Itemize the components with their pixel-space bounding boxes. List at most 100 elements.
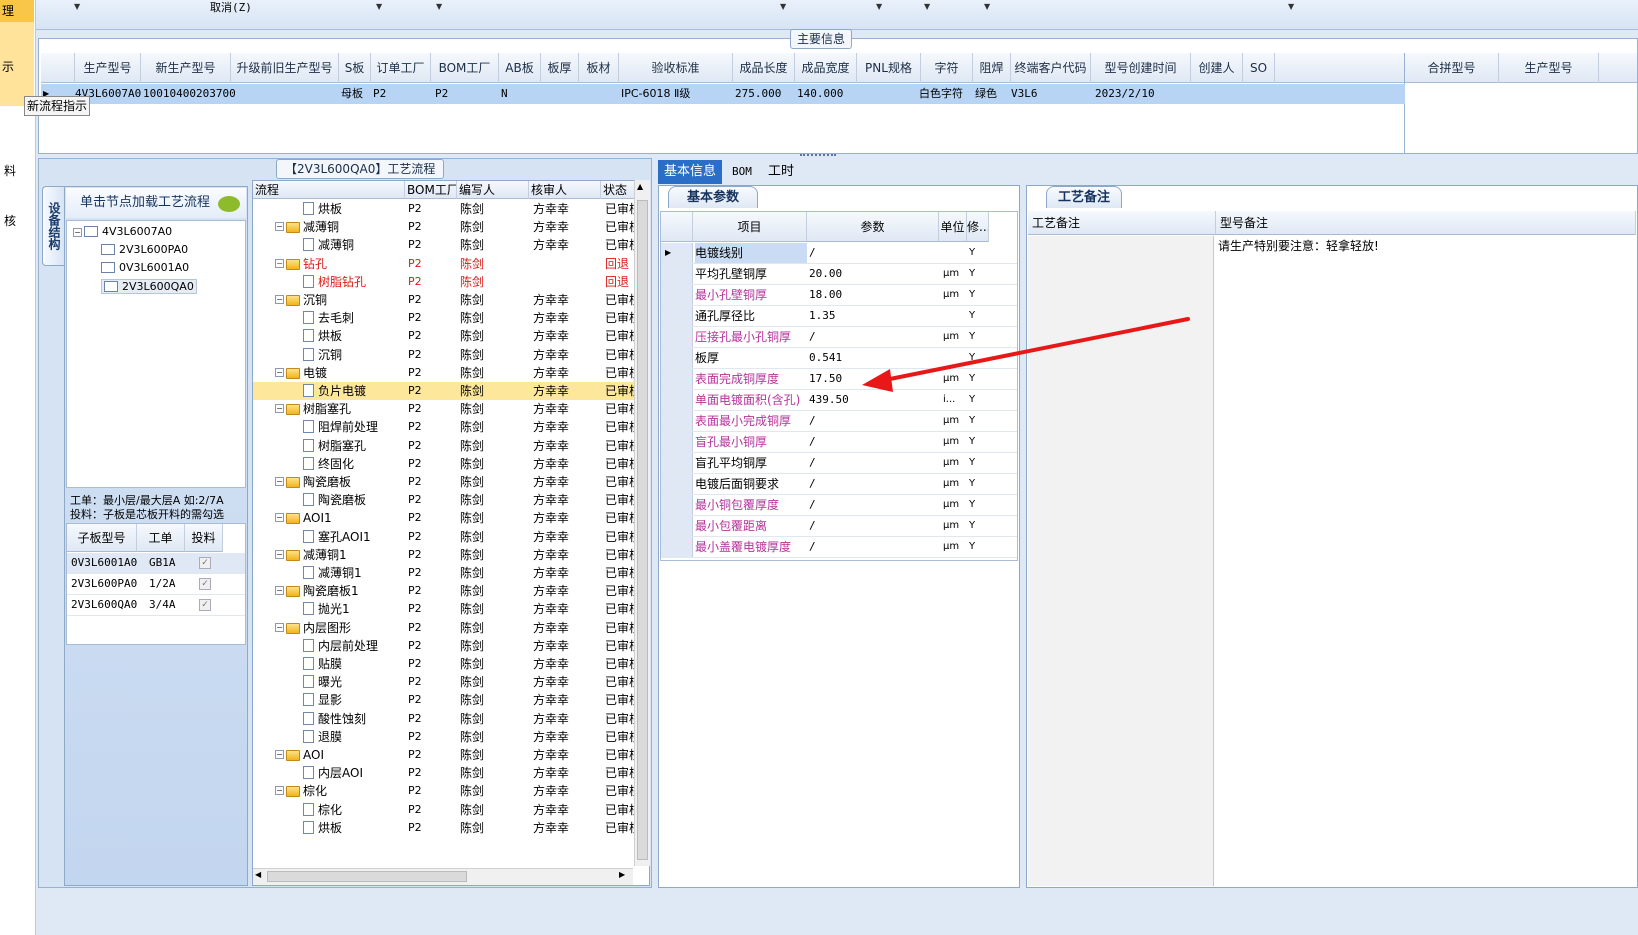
splitter-handle[interactable] (800, 154, 836, 158)
flow-row[interactable]: 去毛刺 P2 陈剑 方幸幸 已审核 (253, 309, 639, 327)
col-header[interactable]: BOM工厂 (405, 181, 457, 199)
param-value[interactable]: 17.50 (809, 369, 939, 389)
flow-row[interactable]: − 电镀 P2 陈剑 方幸幸 已审核 (253, 364, 639, 382)
flow-node[interactable]: 退膜 (303, 728, 342, 746)
cell-ab-board[interactable]: N (501, 84, 508, 104)
feed-checkbox[interactable]: ✓ (199, 599, 211, 611)
col-header[interactable]: 核审人 (529, 181, 601, 199)
cell-customer[interactable]: V3L6 (1011, 84, 1038, 104)
param-value[interactable]: / (809, 537, 939, 557)
flow-row[interactable]: − 减薄铜1 P2 陈剑 方幸幸 已审核 (253, 546, 639, 564)
param-value[interactable]: 0.541 (809, 348, 939, 368)
col-header[interactable]: 单位 (939, 212, 967, 242)
col-header[interactable]: 生产型号 (75, 53, 141, 83)
flow-node[interactable]: 树脂钻孔 (303, 273, 366, 291)
row-indicator[interactable] (661, 453, 693, 473)
col-header[interactable]: 板材 (579, 53, 619, 83)
flow-node[interactable]: 塞孔AOI1 (303, 528, 371, 546)
col-header[interactable]: BOM工厂 (431, 53, 499, 83)
flow-row[interactable]: − 沉铜 P2 陈剑 方幸幸 已审核 (253, 291, 639, 309)
flow-node[interactable]: 终固化 (303, 455, 354, 473)
flow-node[interactable]: 抛光1 (303, 600, 350, 618)
tree-node[interactable]: 2V3L600PA0 (101, 243, 188, 256)
param-value[interactable]: 20.00 (809, 264, 939, 284)
row-indicator[interactable] (661, 516, 693, 536)
flow-row[interactable]: − 树脂塞孔 P2 陈剑 方幸幸 已审核 (253, 400, 639, 418)
param-row[interactable]: 表面最小完成铜厚 / μm Y (661, 411, 1017, 432)
flow-node[interactable]: 阻焊前处理 (303, 418, 378, 436)
flow-row[interactable]: 树脂钻孔 P2 陈剑 回退 (253, 273, 637, 291)
flow-row[interactable]: 酸性蚀刻 P2 陈剑 方幸幸 已审核 (253, 710, 639, 728)
dropdown-arrow-icon[interactable]: ▼ (876, 2, 882, 11)
param-row[interactable]: 通孔厚径比 1.35 Y (661, 306, 1017, 327)
flow-row[interactable]: − 陶瓷磨板 P2 陈剑 方幸幸 已审核 (253, 473, 639, 491)
scroll-thumb[interactable] (637, 200, 648, 860)
col-header[interactable]: PNL规格 (857, 53, 921, 83)
flow-row[interactable]: 树脂塞孔 P2 陈剑 方幸幸 已审核 (253, 437, 639, 455)
col-header[interactable]: AB板 (499, 53, 541, 83)
cell-new-model[interactable]: 10010400203700 (143, 84, 236, 104)
col-header[interactable]: 阻焊 (973, 53, 1011, 83)
cell-char[interactable]: 白色字符 (919, 84, 963, 104)
flow-node[interactable]: − 陶瓷磨板1 (275, 582, 359, 600)
flow-node[interactable]: 烘板 (303, 200, 342, 218)
cell-mask[interactable]: 绿色 (975, 84, 997, 104)
col-header[interactable]: 型号创建时间 (1091, 53, 1191, 83)
flow-node[interactable]: − 减薄铜 (275, 218, 339, 236)
param-value[interactable]: 1.35 (809, 306, 939, 326)
flow-row[interactable]: 烘板 P2 陈剑 方幸幸 已审核 (253, 327, 639, 345)
flow-row[interactable]: 陶瓷磨板 P2 陈剑 方幸幸 已审核 (253, 491, 639, 509)
param-value[interactable]: / (809, 453, 939, 473)
param-row[interactable]: 板厚 0.541 Y (661, 348, 1017, 369)
feed-checkbox[interactable]: ✓ (199, 578, 211, 590)
param-row[interactable]: 表面完成铜厚度 17.50 μm Y (661, 369, 1017, 390)
dropdown-arrow-icon[interactable]: ▼ (1288, 2, 1294, 11)
row-indicator[interactable] (661, 411, 693, 431)
cell-width[interactable]: 140.000 (797, 84, 843, 104)
flow-row[interactable]: 内层前处理 P2 陈剑 方幸幸 已审核 (253, 637, 639, 655)
param-row[interactable]: 电镀后面铜要求 / μm Y (661, 474, 1017, 495)
scroll-left-icon[interactable]: ◀ (255, 870, 261, 879)
table-row[interactable]: 2V3L600QA0 3/4A ✓ (67, 595, 245, 616)
flow-node[interactable]: 烘板 (303, 819, 342, 837)
flow-node[interactable]: 负片电镀 (303, 382, 366, 400)
param-value[interactable]: 18.00 (809, 285, 939, 305)
flow-node[interactable]: 陶瓷磨板 (303, 491, 366, 509)
row-indicator[interactable] (661, 369, 693, 389)
nav-item-3[interactable]: 核 (0, 212, 34, 232)
scroll-thumb[interactable] (267, 871, 467, 882)
flow-row[interactable]: 烘板 P2 陈剑 方幸幸 已审核 (253, 200, 639, 218)
flow-row[interactable]: 减薄铜 P2 陈剑 方幸幸 已审核 (253, 236, 639, 254)
cell-order-factory[interactable]: P2 (373, 84, 386, 104)
collapse-toggle-icon[interactable]: − (275, 786, 284, 796)
col-header[interactable]: 子板型号 (67, 524, 137, 552)
flow-node[interactable]: 显影 (303, 691, 342, 709)
flow-row[interactable]: 内层AOI P2 陈剑 方幸幸 已审核 (253, 764, 639, 782)
param-value[interactable]: / (809, 495, 939, 515)
tree-node[interactable]: 0V3L6001A0 (101, 261, 189, 274)
param-row[interactable]: 盲孔平均铜厚 / μm Y (661, 453, 1017, 474)
flow-node[interactable]: 曝光 (303, 673, 342, 691)
cell-standard[interactable]: IPC-6018 Ⅱ级 (621, 84, 690, 104)
param-value[interactable]: / (809, 411, 939, 431)
flow-node[interactable]: − AOI (275, 746, 324, 764)
cell-bom-factory[interactable]: P2 (435, 84, 448, 104)
col-header[interactable]: 终端客户代码 (1011, 53, 1091, 83)
param-row[interactable]: 最小铜包覆厚度 / μm Y (661, 495, 1017, 516)
side-tab-structure[interactable]: 设备结构 (42, 186, 64, 266)
param-value[interactable]: / (809, 474, 939, 494)
vertical-scrollbar[interactable]: ▲ (634, 180, 650, 866)
row-indicator[interactable] (661, 327, 693, 347)
flow-row[interactable]: 抛光1 P2 陈剑 方幸幸 已审核 (253, 600, 639, 618)
chat-bubble-icon[interactable] (218, 196, 240, 212)
col-header[interactable]: 投料 (185, 524, 223, 552)
flow-row[interactable]: 减薄铜1 P2 陈剑 方幸幸 已审核 (253, 564, 639, 582)
flow-node[interactable]: − 沉铜 (275, 291, 327, 309)
param-value[interactable]: / (809, 243, 939, 263)
row-indicator[interactable] (661, 495, 693, 515)
scroll-right-icon[interactable]: ▶ (619, 870, 625, 879)
nav-item-1[interactable]: 示 (0, 22, 34, 106)
flow-node[interactable]: 内层AOI (303, 764, 363, 782)
flow-row[interactable]: 棕化 P2 陈剑 方幸幸 已审核 (253, 801, 639, 819)
col-header[interactable]: 升级前旧生产型号 (231, 53, 339, 83)
